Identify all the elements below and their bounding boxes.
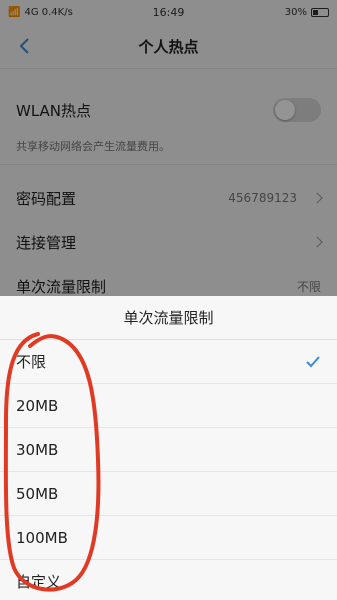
- option-label: 30MB: [16, 440, 59, 459]
- option-label: 20MB: [16, 396, 59, 415]
- checkmark-icon: [306, 355, 320, 367]
- option-20mb[interactable]: 20MB: [0, 384, 337, 428]
- option-30mb[interactable]: 30MB: [0, 428, 337, 472]
- option-label: 50MB: [16, 484, 59, 503]
- option-custom[interactable]: 自定义: [0, 560, 337, 600]
- sheet-title: 单次流量限制: [0, 296, 337, 340]
- option-50mb[interactable]: 50MB: [0, 472, 337, 516]
- flow-limit-sheet: 单次流量限制 不限 20MB 30MB 50MB 100MB 自定义: [0, 296, 337, 600]
- option-unlimited[interactable]: 不限: [0, 340, 337, 384]
- option-label: 自定义: [16, 573, 62, 591]
- option-100mb[interactable]: 100MB: [0, 516, 337, 560]
- option-label: 不限: [16, 353, 47, 371]
- option-label: 100MB: [16, 528, 68, 547]
